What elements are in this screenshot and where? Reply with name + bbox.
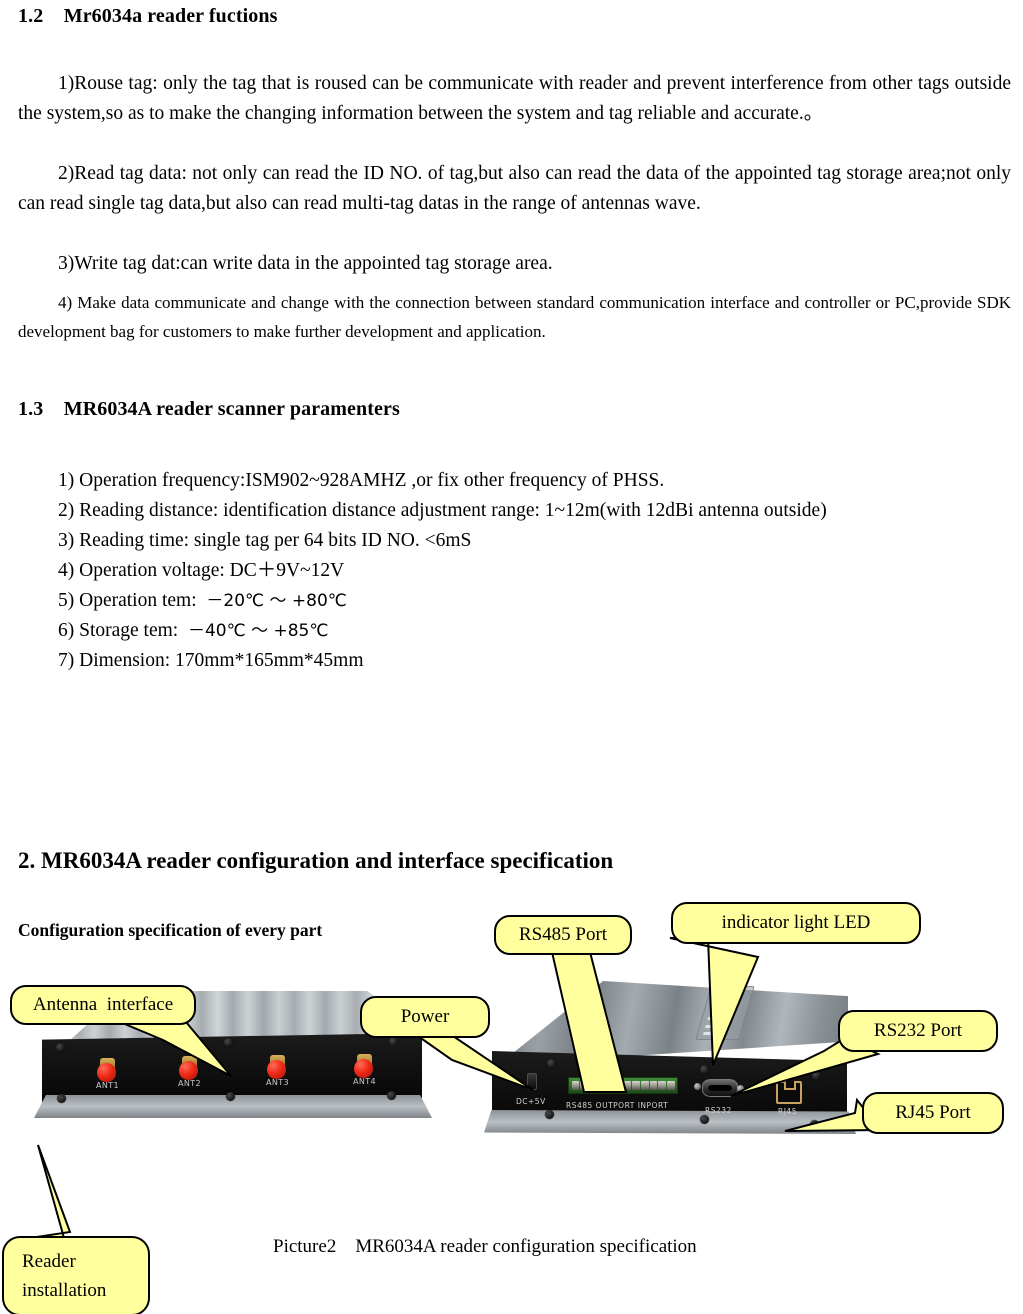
terminal-pin [666, 1081, 675, 1090]
callout-antenna-interface[interactable]: Antenna interface [10, 985, 196, 1025]
terminal-pin [632, 1081, 640, 1090]
paragraph-sdk-development-text: 4) Make data communicate and change with… [18, 293, 1011, 341]
antenna-connector-ant3 [266, 1055, 288, 1079]
right-device-mounting-base [484, 1110, 856, 1134]
led-indicator [711, 1001, 724, 1004]
led-indicator [702, 1032, 715, 1035]
paragraph-read-tag-data: 2)Read tag data: not only can read the I… [18, 159, 1011, 219]
screw [810, 1120, 819, 1129]
terminal-pin [571, 1081, 580, 1090]
callout-rs485-port[interactable]: RS485 Port [494, 915, 632, 955]
terminal-pin [614, 1081, 623, 1090]
spec-item-text: 5) Operation tem: [58, 590, 207, 611]
terminal-pin [658, 1081, 666, 1090]
sma-red-cap [179, 1061, 198, 1080]
sma-red-cap [354, 1059, 373, 1078]
heading-1-3-number: 1.3 [18, 398, 44, 420]
antenna-connector-ant4 [353, 1054, 375, 1078]
config-specification-title: Configuration specification of every par… [18, 920, 323, 940]
screw [547, 1059, 556, 1068]
figure-caption: Picture2 MR6034A reader configuration sp… [273, 1236, 697, 1257]
heading-1-2-number: 1.2 [18, 5, 44, 27]
callout-rs232-port[interactable]: RS232 Port [838, 1010, 998, 1052]
spec-item-storage-temperature: 6) Storage tem: －40℃ ～ +85℃ [18, 616, 1011, 646]
rs485-terminal-block [568, 1077, 678, 1094]
db9-screw [694, 1083, 701, 1090]
terminal-pin [588, 1081, 597, 1090]
screw [387, 1091, 396, 1100]
spec-item-operation-frequency: 1) Operation frequency:ISM902~928AMHZ ,o… [18, 466, 1011, 496]
terminal-pin [623, 1081, 632, 1090]
paragraph-write-tag-data: 3)Write tag dat:can write data in the ap… [18, 249, 1011, 279]
callout-rj45-port[interactable]: RJ45 Port [862, 1092, 1004, 1134]
antenna-connector-ant1 [96, 1058, 118, 1082]
spec-item-text: 2) Reading distance: identification dist… [58, 500, 827, 521]
screw [57, 1094, 66, 1103]
led-indicator [704, 1025, 717, 1028]
antenna-connector-ant2 [178, 1056, 200, 1080]
terminal-pin [580, 1081, 588, 1090]
spec-item-operation-temperature: 5) Operation tem: －20℃ ～ +80℃ [18, 586, 1011, 616]
screw [700, 1065, 709, 1074]
spec-item-temp-value: －20℃ ～ +80℃ [206, 591, 347, 611]
antenna-port-label-4: ANT4 [353, 1077, 377, 1086]
spec-item-text: 4) Operation voltage: DC＋9V~12V [58, 560, 345, 581]
screw [224, 1038, 233, 1047]
callout-power[interactable]: Power [360, 996, 490, 1038]
spec-item-temp-value: －40℃ ～ +85℃ [187, 621, 329, 641]
sma-red-cap [267, 1060, 286, 1079]
screw [545, 1110, 554, 1119]
rj45-label: RJ45 [778, 1107, 797, 1116]
rj45-ethernet-port [776, 1081, 802, 1104]
sma-red-cap [97, 1063, 116, 1082]
terminal-pin [606, 1081, 614, 1090]
spec-item-text: 6) Storage tem: [58, 620, 188, 641]
callout-indicator-light-led[interactable]: indicator light LED [671, 902, 921, 944]
spec-item-text: 1) Operation frequency:ISM902~928AMHZ ,o… [58, 470, 665, 491]
spec-list: 1) Operation frequency:ISM902~928AMHZ ,o… [18, 466, 1011, 676]
paragraph-rouse-tag: 1)Rouse tag: only the tag that is roused… [18, 69, 1011, 129]
led-indicator [713, 993, 726, 996]
spec-item-text: 7) Dimension: 170mm*165mm*45mm [58, 650, 364, 671]
antenna-port-label-3: ANT3 [266, 1078, 290, 1087]
terminal-pin [597, 1081, 606, 1090]
dc-power-label: DC+5V [516, 1097, 546, 1106]
db9-screw [737, 1085, 744, 1092]
rs232-label: RS232 [705, 1106, 732, 1115]
screw [700, 1115, 709, 1124]
screw [812, 1071, 821, 1080]
rs485-terminal-label: RS485 OUTPORT INPORT [566, 1101, 669, 1110]
rs232-db9-port [702, 1079, 738, 1097]
screw [56, 1043, 65, 1052]
heading-1-3: 1.3 MR6034A reader scanner paramenters [18, 397, 400, 421]
spec-item-reading-distance: 2) Reading distance: identification dist… [18, 496, 1011, 526]
spec-item-operation-voltage: 4) Operation voltage: DC＋9V~12V [18, 556, 1011, 586]
right-device-fins [498, 981, 848, 1065]
heading-2: 2. MR6034A reader configuration and inte… [18, 848, 614, 873]
callout-reader-installation[interactable]: Reader installation [2, 1236, 150, 1314]
heading-1-3-title: MR6034A reader scanner paramenters [63, 398, 400, 420]
paragraph-write-tag-data-text: 3)Write tag dat:can write data in the ap… [58, 253, 553, 274]
paragraph-sdk-development: 4) Make data communicate and change with… [18, 288, 1011, 346]
paragraph-read-tag-data-text: 2)Read tag data: not only can read the I… [18, 163, 1011, 214]
heading-1-2-title: Mr6034a reader fuctions [63, 5, 278, 27]
screw [389, 1037, 398, 1046]
heading-1-2: 1.2 Mr6034a reader fuctions [18, 4, 277, 28]
led-indicator [706, 1017, 719, 1020]
terminal-pin [640, 1081, 649, 1090]
paragraph-rouse-tag-text: 1)Rouse tag: only the tag that is roused… [18, 73, 1011, 124]
antenna-port-label-2: ANT2 [178, 1079, 202, 1088]
document-page: 1.2 Mr6034a reader fuctions 1)Rouse tag:… [0, 0, 1023, 1314]
dc-power-jack [527, 1073, 537, 1090]
spec-item-text: 3) Reading time: single tag per 64 bits … [58, 530, 472, 551]
spec-item-dimension: 7) Dimension: 170mm*165mm*45mm [18, 646, 1011, 676]
led-indicator [709, 1009, 722, 1012]
spec-item-reading-time: 3) Reading time: single tag per 64 bits … [18, 526, 1011, 556]
terminal-pin [649, 1081, 658, 1090]
screw [226, 1092, 235, 1101]
antenna-port-label-1: ANT1 [96, 1081, 120, 1090]
